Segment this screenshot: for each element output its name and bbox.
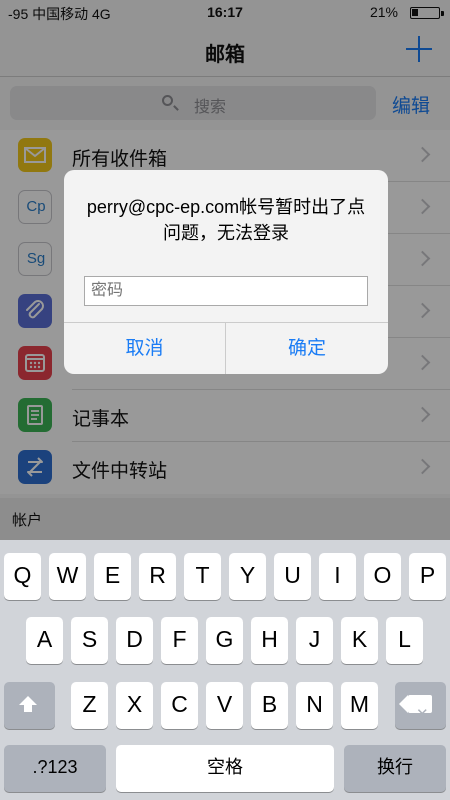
key-v[interactable]: V — [206, 682, 243, 729]
key-u[interactable]: U — [274, 553, 311, 600]
key-r[interactable]: R — [139, 553, 176, 600]
numbers-key[interactable]: .?123 — [4, 745, 106, 792]
key-i[interactable]: I — [319, 553, 356, 600]
backspace-key[interactable]: ✕ — [395, 682, 446, 729]
cancel-button[interactable]: 取消 — [64, 323, 226, 374]
key-g[interactable]: G — [206, 617, 243, 664]
backspace-icon: ✕ — [399, 695, 432, 723]
shift-key[interactable] — [4, 682, 55, 729]
key-w[interactable]: W — [49, 553, 86, 600]
key-q[interactable]: Q — [4, 553, 41, 600]
shift-arrow-icon — [19, 696, 37, 712]
key-k[interactable]: K — [341, 617, 378, 664]
password-field[interactable] — [84, 276, 368, 306]
key-j[interactable]: J — [296, 617, 333, 664]
key-d[interactable]: D — [116, 617, 153, 664]
space-key[interactable]: 空格 — [116, 745, 334, 792]
key-p[interactable]: P — [409, 553, 446, 600]
keyboard: Q W E R T Y U I O P A S D F G H J K L Z … — [0, 540, 450, 800]
return-key[interactable]: 换行 — [344, 745, 446, 792]
key-c[interactable]: C — [161, 682, 198, 729]
key-x[interactable]: X — [116, 682, 153, 729]
key-a[interactable]: A — [26, 617, 63, 664]
key-n[interactable]: N — [296, 682, 333, 729]
confirm-button[interactable]: 确定 — [226, 323, 388, 374]
login-error-alert: perry@cpc-ep.com帐号暂时出了点问题，无法登录 取消 确定 — [64, 170, 388, 374]
key-b[interactable]: B — [251, 682, 288, 729]
key-h[interactable]: H — [251, 617, 288, 664]
key-z[interactable]: Z — [71, 682, 108, 729]
key-y[interactable]: Y — [229, 553, 266, 600]
key-f[interactable]: F — [161, 617, 198, 664]
key-l[interactable]: L — [386, 617, 423, 664]
key-e[interactable]: E — [94, 553, 131, 600]
key-s[interactable]: S — [71, 617, 108, 664]
key-t[interactable]: T — [184, 553, 221, 600]
key-m[interactable]: M — [341, 682, 378, 729]
alert-button-row: 取消 确定 — [64, 322, 388, 374]
alert-message: perry@cpc-ep.com帐号暂时出了点问题，无法登录 — [86, 197, 366, 243]
key-o[interactable]: O — [364, 553, 401, 600]
